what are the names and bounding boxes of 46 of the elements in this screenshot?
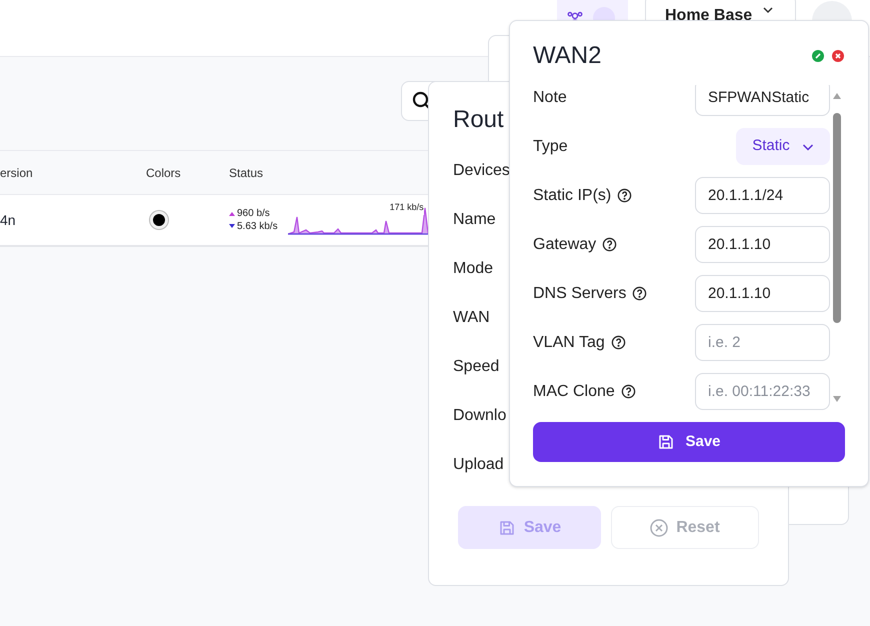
confirm-icon[interactable] — [812, 50, 824, 62]
close-circle-icon — [650, 518, 668, 536]
field-label: Downlo — [453, 406, 506, 426]
input-field[interactable]: 20.1.1.10 — [695, 275, 830, 312]
input-field[interactable]: i.e. 00:11:22:33 — [695, 373, 830, 410]
input-field[interactable]: 20.1.1.10 — [695, 226, 830, 263]
field-label: Static IP(s) — [533, 186, 612, 206]
save-icon — [498, 518, 516, 536]
field-label: Speed — [453, 357, 500, 377]
scrollbar-thumb[interactable] — [833, 113, 841, 323]
dialog-title: WAN2 — [533, 40, 602, 70]
field-label: Upload — [453, 455, 504, 475]
save-icon — [657, 433, 676, 451]
download-rate: 5.63 kb/s — [237, 220, 278, 233]
help-icon — [620, 384, 636, 399]
field-label: Name — [453, 210, 496, 230]
up-arrow-icon — [229, 211, 235, 216]
down-arrow-icon — [229, 224, 235, 229]
help-icon — [632, 286, 648, 301]
save-button[interactable]: Save — [533, 422, 845, 462]
table-cell: 4n — [0, 212, 16, 228]
close-icon[interactable] — [832, 50, 844, 62]
help-icon — [617, 188, 632, 203]
field-label: Gateway — [533, 234, 596, 254]
column-header: Status — [229, 166, 264, 180]
type-dropdown[interactable]: Static — [736, 128, 830, 165]
field-label: Devices — [453, 161, 510, 181]
help-icon — [602, 237, 618, 252]
field-label: MAC Clone — [533, 382, 615, 402]
upload-rate: 960 b/s — [237, 207, 270, 220]
field-label: Mode — [453, 259, 494, 279]
input-field[interactable]: 20.1.1.1/24 — [695, 177, 830, 214]
peak-label: 171 kb/s — [390, 201, 424, 214]
input-field[interactable]: SFPWANStatic — [695, 85, 830, 116]
column-header: ersion — [0, 166, 33, 180]
panel-title: Rout — [453, 105, 504, 135]
help-icon — [610, 335, 626, 350]
field-label: Note — [533, 88, 567, 108]
field-label: Type — [533, 136, 568, 156]
input-field[interactable]: i.e. 2 — [695, 324, 830, 361]
scroll-down-icon[interactable] — [833, 396, 841, 402]
field-label: WAN — [453, 308, 490, 328]
scroll-up-icon[interactable] — [833, 93, 841, 99]
field-label: VLAN Tag — [533, 332, 605, 352]
column-header: Colors — [146, 166, 181, 180]
field-label: DNS Servers — [533, 284, 626, 304]
